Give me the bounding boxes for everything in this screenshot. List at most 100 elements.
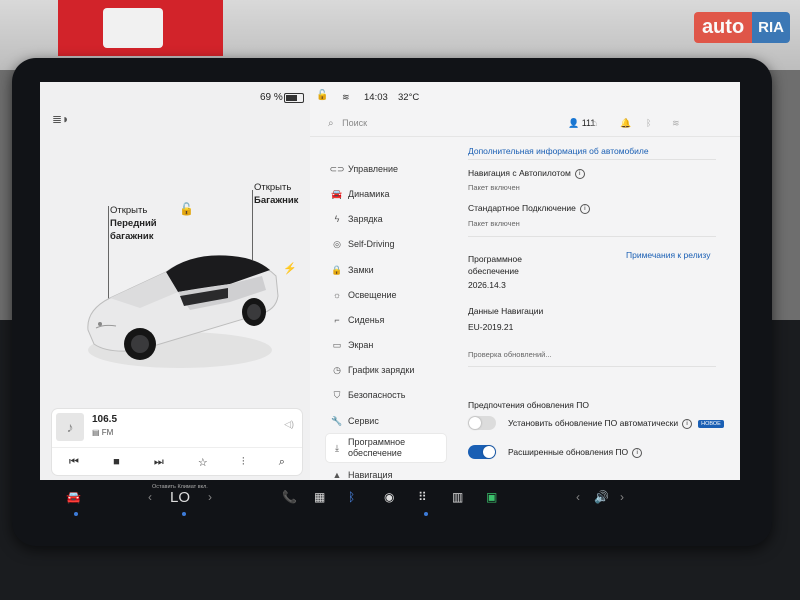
battery-percent: 69 %: [260, 92, 283, 103]
menu-item-navigation[interactable]: ▲ Навигация: [326, 464, 446, 480]
bluetooth-icon[interactable]: ᛒ: [646, 118, 651, 128]
open-trunk-button[interactable]: Открыть Багажник: [254, 181, 298, 207]
active-dot: [182, 512, 186, 516]
menu-item-lights[interactable]: ☼ Освещение: [326, 284, 446, 306]
vehicle-info-link[interactable]: Дополнительная информация об автомобиле: [468, 146, 649, 156]
media-controls: ⏮ ■ ⏭ ☆ ⫶ ⌕: [52, 447, 302, 476]
bottom-dock: 🚘 Оставить Климат вкл. ‹ LO › 📞 ▦ ᛒ ◉ ⠿ …: [40, 482, 740, 518]
bell-icon[interactable]: 🔔: [620, 118, 631, 129]
battery-icon: [284, 93, 304, 103]
active-dot: [74, 512, 78, 516]
car-image: [87, 255, 279, 368]
menu-item-charge-schedule[interactable]: ◷ График зарядки: [326, 359, 446, 381]
check-updates-status: Проверка обновлений...: [468, 350, 552, 359]
garage-icon[interactable]: ⌂: [592, 118, 597, 128]
menu-item-controls[interactable]: ⊂⊃ Управление: [326, 158, 446, 180]
release-notes-link[interactable]: Примечания к релизу: [626, 250, 710, 260]
temp-up-icon[interactable]: ›: [208, 490, 212, 504]
camera-icon[interactable]: ◉: [384, 490, 394, 504]
navigation-icon: ▲: [332, 470, 342, 480]
settings-header: ⌕ Поиск 👤 111 ⌂ 🔔 ᛒ ≋: [310, 82, 740, 137]
apps-icon[interactable]: ⠿: [418, 490, 427, 504]
bluetooth-app-icon[interactable]: ᛒ: [348, 490, 355, 504]
autopilot-nav-status: Пакет включен: [468, 183, 520, 192]
clock: 14:03: [364, 92, 388, 103]
download-icon: ⤓: [335, 442, 339, 453]
menu-item-locks[interactable]: 🔒 Замки: [326, 259, 446, 281]
autopilot-nav-title: Навигация с Автопилотом i: [468, 168, 585, 179]
search-input[interactable]: ⌕ Поиск: [328, 118, 367, 129]
standard-connectivity-status: Пакет включен: [468, 219, 520, 228]
screen-icon: ▭: [332, 339, 342, 350]
radio-frequency: 106.5: [92, 414, 118, 425]
standard-connectivity-title: Стандартное Подключение i: [468, 203, 590, 214]
menu-item-service[interactable]: 🔧 Сервис: [326, 410, 446, 432]
equalizer-icon[interactable]: ⫶: [242, 456, 245, 469]
music-note-icon: ♪: [56, 413, 84, 441]
menu-item-dynamics[interactable]: 🚘 Динамика: [326, 183, 446, 205]
volume-up-icon[interactable]: ›: [620, 490, 624, 504]
car-icon[interactable]: 🚘: [66, 490, 81, 504]
menu-item-charging[interactable]: ϟ Зарядка: [326, 208, 446, 230]
steering-wheel-icon: ◎: [333, 238, 341, 249]
advanced-updates-label: Расширенные обновления ПО i: [508, 447, 643, 458]
info-icon[interactable]: i: [579, 203, 590, 214]
toggle-icon: ⊂⊃: [329, 163, 345, 174]
headlight-icon[interactable]: ≣◗: [52, 112, 69, 126]
bolt-icon: ϟ: [334, 214, 340, 224]
next-icon[interactable]: ⏭: [154, 456, 164, 469]
info-icon[interactable]: i: [632, 447, 643, 458]
favorite-star-icon[interactable]: ☆: [198, 456, 208, 469]
stop-icon[interactable]: ■: [113, 456, 120, 468]
wrench-icon: 🔧: [331, 415, 343, 426]
shield-icon: ⛉: [333, 389, 341, 400]
divider: [468, 236, 716, 237]
previous-icon[interactable]: ⏮: [69, 456, 79, 469]
software-content: Дополнительная информация об автомобиле …: [468, 136, 724, 480]
temp-down-icon[interactable]: ‹: [148, 490, 152, 504]
menu-item-seats[interactable]: ⌐ Сиденья: [326, 309, 446, 331]
lock-icon: 🔒: [331, 264, 343, 275]
lock-status-icon[interactable]: 🔓: [316, 90, 328, 101]
toybox-icon[interactable]: ▣: [486, 490, 497, 504]
volume-down-icon[interactable]: ‹: [576, 490, 580, 504]
car-icon: 🚘: [331, 188, 343, 199]
speaker-icon[interactable]: 🔊: [594, 490, 609, 504]
climate-temperature[interactable]: LO: [170, 489, 190, 506]
software-version: 2026.14.3: [468, 280, 506, 290]
divider: [468, 159, 716, 160]
menu-item-software[interactable]: ⤓ Программное обеспечение: [326, 434, 446, 462]
seat-icon: ⌐: [334, 315, 340, 325]
advanced-updates-toggle[interactable]: [468, 445, 496, 459]
unlock-icon[interactable]: 🔓: [179, 202, 194, 216]
background-sign: [58, 0, 223, 56]
charge-port-icon[interactable]: ⚡: [283, 262, 297, 275]
info-icon[interactable]: i: [682, 418, 693, 429]
volume-icon[interactable]: ◁): [284, 419, 294, 430]
new-badge: НОВОЕ: [698, 419, 724, 428]
software-version-title: Программное обеспечение: [468, 254, 522, 276]
update-preferences-title: Предпочтения обновления ПО: [468, 400, 589, 410]
signal-icon: ≋: [342, 92, 350, 102]
nav-data-title: Данные Навигации: [468, 306, 544, 316]
touchscreen: 69 % ≣◗ Открыть Багажник Открыть Передни…: [40, 82, 740, 480]
auto-install-toggle[interactable]: [468, 416, 496, 430]
menu-item-display[interactable]: ▭ Экран: [326, 334, 446, 356]
info-icon[interactable]: i: [574, 168, 585, 179]
search-icon[interactable]: ⌕: [279, 456, 285, 469]
divider: [468, 366, 716, 367]
menu-item-self-driving[interactable]: ◎ Self-Driving: [326, 233, 446, 255]
active-dot: [424, 512, 428, 516]
manual-icon[interactable]: ▥: [452, 490, 463, 504]
nav-data-version: EU-2019.21: [468, 322, 514, 332]
wifi-icon[interactable]: ≋: [672, 118, 680, 129]
status-bar-left: 69 %: [40, 90, 310, 106]
car-panel: 69 % ≣◗ Открыть Багажник Открыть Передни…: [40, 82, 310, 480]
outside-temperature: 32°C: [398, 92, 420, 103]
sun-icon: ☼: [332, 290, 342, 300]
calendar-icon[interactable]: ▦: [314, 490, 325, 504]
menu-item-safety[interactable]: ⛉ Безопасность: [326, 384, 446, 406]
phone-icon[interactable]: 📞: [282, 490, 297, 504]
auto-install-label: Установить обновление ПО автоматически i Н…: [508, 418, 724, 429]
magnifier-icon: ⌕: [328, 118, 334, 129]
